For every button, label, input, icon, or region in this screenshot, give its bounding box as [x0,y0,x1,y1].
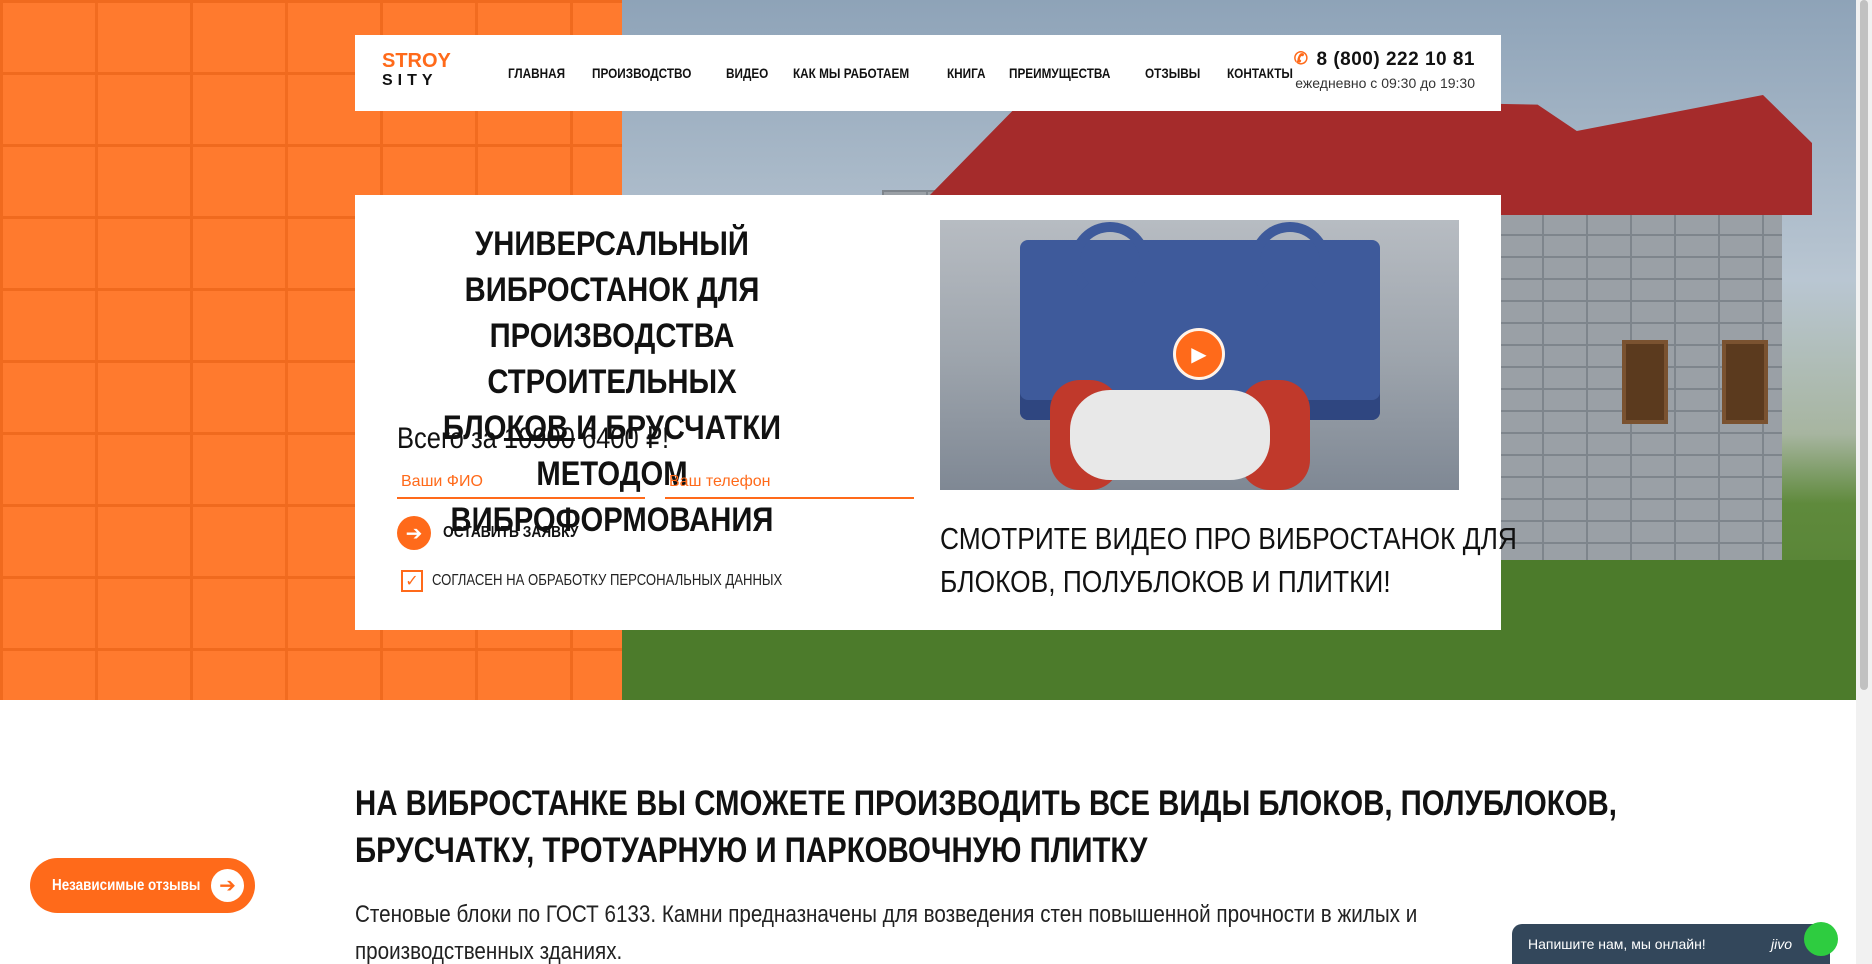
reviews-label: Независимые отзывы [52,876,201,894]
nav-item-book[interactable]: КНИГА [947,65,986,81]
arrow-right-icon: ➔ [211,869,244,902]
consent-row: ✓ СОГЛАСЕН НА ОБРАБОТКУ ПЕРСОНАЛЬНЫХ ДАН… [401,570,859,592]
hero-card: УНИВЕРСАЛЬНЫЙ ВИБРОСТАНОК ДЛЯ ПРОИЗВОДСТ… [355,195,1517,630]
section-text-line: производственных зданиях. [355,938,623,964]
independent-reviews-button[interactable]: Независимые отзывы ➔ [30,858,255,913]
nav-item-contacts[interactable]: КОНТАКТЫ [1227,65,1293,81]
section-text: Стеновые блоки по ГОСТ 6133. Камни предн… [355,896,1418,964]
consent-label: СОГЛАСЕН НА ОБРАБОТКУ ПЕРСОНАЛЬНЫХ ДАННЫ… [432,572,783,589]
name-input[interactable] [397,467,645,499]
section-title: НА ВИБРОСТАНКЕ ВЫ СМОЖЕТЕ ПРОИЗВОДИТЬ ВС… [355,780,1617,874]
chat-brand-logo: jivo [1770,936,1792,952]
nav-item-production[interactable]: ПРОИЗВОДСТВО [592,65,691,81]
phone-icon: ✆ [1293,49,1309,68]
chat-label: Напишите нам, мы онлайн! [1528,936,1706,952]
scrollbar[interactable] [1856,0,1872,964]
consent-checkbox[interactable]: ✓ [401,570,423,592]
chat-widget[interactable]: Напишите нам, мы онлайн! jivo [1512,922,1838,964]
house-window [1722,340,1768,424]
nav-item-video[interactable]: ВИДЕО [726,65,768,81]
logo-bottom-text: SITY [382,72,438,89]
submit-label: ОСТАВИТЬ ЗАЯВКУ [443,524,579,541]
video-caption: СМОТРИТЕ ВИДЕО ПРО ВИБРОСТАНОК ДЛЯ БЛОКО… [940,517,1517,603]
check-icon: ✓ [405,573,419,590]
nav-item-reviews[interactable]: ОТЗЫВЫ [1145,65,1200,81]
logo-top-text: STROY [382,50,451,72]
contact-block: ✆ 8 (800) 222 10 81 ежедневно с 09:30 до … [1290,49,1475,91]
section-title-line: НА ВИБРОСТАНКЕ ВЫ СМОЖЕТЕ ПРОИЗВОДИТЬ ВС… [355,784,1617,823]
price-line: Всего за 10900 6400 ₽! [397,421,669,456]
chat-online-indicator [1804,922,1838,956]
video-player[interactable]: ▶ [940,220,1459,490]
price-old: 10900 [503,422,575,455]
price-new: 6400 ₽! [581,422,670,455]
section-title-line: БРУСЧАТКУ, ТРОТУАРНУЮ И ПАРКОВОЧНУЮ ПЛИТ… [355,831,1148,870]
price-prefix: Всего за [397,422,497,455]
house-window [1622,340,1668,424]
nav-item-how-we-work[interactable]: КАК МЫ РАБОТАЕМ [793,65,909,81]
top-header: STROY SITY ГЛАВНАЯ ПРОИЗВОДСТВО ВИДЕО КА… [355,35,1501,111]
phone-link[interactable]: ✆ 8 (800) 222 10 81 [1290,49,1475,71]
nav-item-home[interactable]: ГЛАВНАЯ [508,65,565,81]
section-text-line: Стеновые блоки по ГОСТ 6133. Камни предн… [355,901,1418,928]
phone-number: 8 (800) 222 10 81 [1316,49,1475,70]
main-nav: ГЛАВНАЯ ПРОИЗВОДСТВО ВИДЕО КАК МЫ РАБОТА… [508,65,1322,81]
submit-request-button[interactable]: ➔ ОСТАВИТЬ ЗАЯВКУ [397,516,600,550]
arrow-right-icon: ➔ [397,516,431,550]
scrollbar-thumb[interactable] [1860,0,1868,690]
phone-input[interactable] [665,467,914,499]
video-caption-line: СМОТРИТЕ ВИДЕО ПРО ВИБРОСТАНОК ДЛЯ [940,521,1517,556]
video-caption-line: БЛОКОВ, ПОЛУБЛОКОВ И ПЛИТКИ! [940,564,1391,599]
logo[interactable]: STROY SITY [382,51,452,91]
video-thumbnail-motor [1070,390,1270,480]
working-hours: ежедневно с 09:30 до 19:30 [1295,75,1475,91]
nav-item-advantages[interactable]: ПРЕИМУЩЕСТВА [1009,65,1110,81]
play-icon[interactable]: ▶ [1173,328,1225,380]
